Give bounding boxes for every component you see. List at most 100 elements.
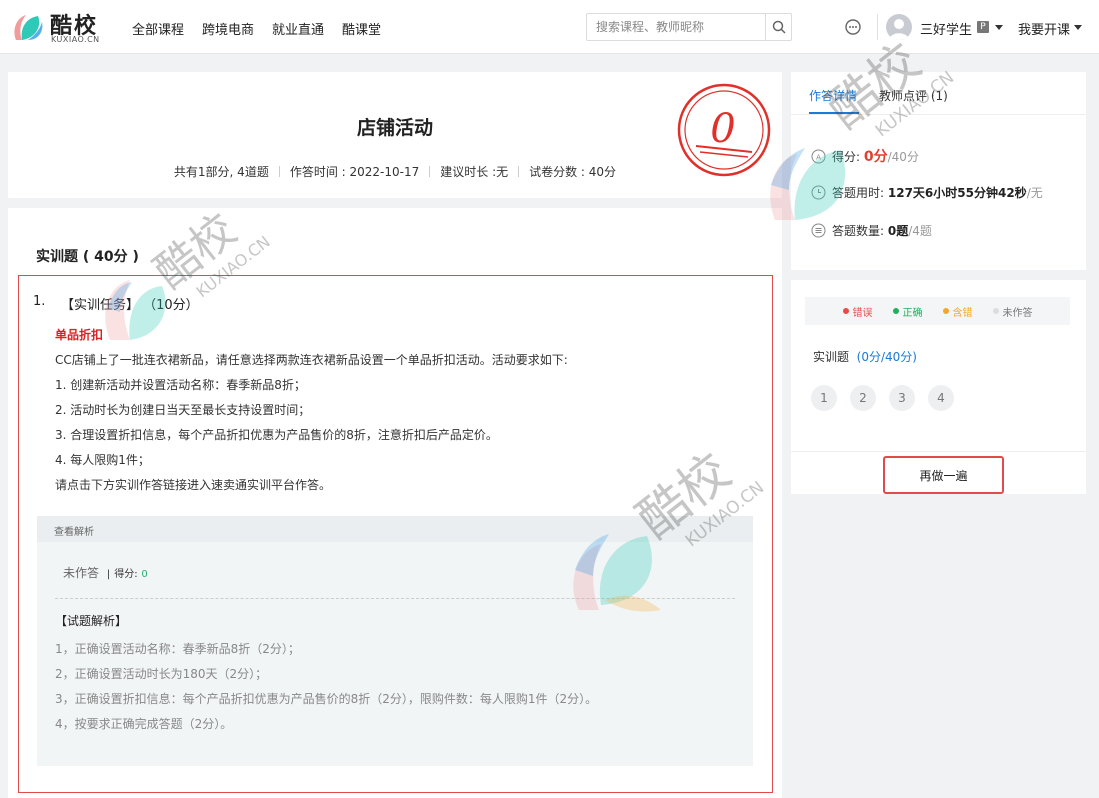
legend-unanswered: 未作答 (992, 304, 1033, 319)
legend-wrong: 错误 (842, 304, 873, 319)
question-number: 1. (33, 294, 46, 309)
search-box (586, 13, 792, 41)
time-stat-suffix: /无 (1026, 186, 1043, 200)
list-icon (811, 223, 826, 238)
section-score: 实训题 (0分/40分) (813, 348, 917, 365)
question-nav-card: 错误 正确 含错 未作答 实训题 (0分/40分) 1 2 3 4 再做一遍 (791, 280, 1086, 494)
explain-item: 2，正确设置活动时长为180天（2分）； (55, 667, 268, 681)
time-stat-label: 答题用时: (832, 186, 885, 200)
search-button[interactable] (765, 14, 791, 40)
nav-item-employment[interactable]: 就业直通 (272, 19, 324, 38)
wrong-dot-icon (842, 308, 849, 314)
message-icon[interactable] (844, 18, 862, 36)
tab-answer-detail[interactable]: 作答详情 (809, 87, 857, 104)
site-logo[interactable]: 酷校 KUXIAO.CN (10, 8, 110, 48)
score-stat-label: 得分: (832, 149, 861, 164)
question-line: 4. 每人限购1件； (55, 453, 150, 467)
explain-title: 【试题解析】 (55, 614, 128, 628)
search-icon (772, 20, 786, 34)
score-stat-total: /40分 (887, 149, 919, 164)
top-header: 酷校 KUXIAO.CN 全部课程 跨境电商 就业直通 酷课堂 三好学生 P 我… (0, 0, 1099, 54)
exam-title-card: 店铺活动 共有1部分, 4道题 作答时间 : 2022-10-17 建议时长 :无 试… (8, 72, 782, 198)
unanswered-dot-icon (992, 308, 999, 314)
avatar[interactable] (886, 14, 912, 40)
stat-score: A 得分: 0分 /40分 (811, 146, 919, 166)
analysis-toggle[interactable]: 查看解析 (37, 516, 753, 542)
tab-teacher-review[interactable]: 教师点评 (1) (879, 87, 948, 104)
clock-icon (811, 185, 826, 200)
legend-partial: 含错 (942, 304, 973, 319)
score-stamp: 0 (676, 82, 772, 178)
question-line: 请点击下方实训作答链接进入速卖通实训平台作答。 (55, 478, 332, 492)
meta-suggested-duration: 建议时长 :无 (440, 165, 509, 179)
open-course-caret-icon[interactable] (1074, 25, 1082, 30)
status-legend: 错误 正确 含错 未作答 (805, 297, 1070, 325)
user-menu-caret-icon[interactable] (995, 25, 1003, 30)
active-tab-indicator (809, 112, 859, 114)
score-icon: A (811, 149, 826, 163)
explain-item: 3，正确设置折扣信息：每个产品折扣优惠为产品售价的8折（2分），限购件数：每人限… (55, 692, 598, 706)
question-body: CC店铺上了一批连衣裙新品，请任意选择两款连衣裙新品设置一个单品折扣活动。活动要… (55, 351, 755, 501)
section-title: 实训题 ( 40分 ) (36, 249, 139, 265)
partial-dot-icon (942, 308, 949, 314)
stat-time: 答题用时: 127天6小时55分钟42秒 /无 (811, 184, 1043, 201)
logo-subtext: KUXIAO.CN (51, 35, 100, 44)
correct-dot-icon (892, 308, 899, 314)
score-stamp-value: 0 (710, 106, 735, 152)
user-avatar-icon (889, 19, 909, 40)
analysis-divider (55, 598, 735, 599)
user-name[interactable]: 三好学生 (920, 19, 972, 38)
question-line: 2. 活动时长为创建日当天至最长支持设置时间； (55, 403, 311, 417)
answer-status: 未作答 | 得分: 0 (63, 566, 148, 580)
section-score-value: (0分/40分) (856, 350, 917, 364)
question-item: 1. 【实训任务】 （10分） 单品折扣 CC店铺上了一批连衣裙新品，请任意选择… (18, 275, 773, 793)
score-stamp-icon: 0 (677, 83, 771, 177)
explain-item: 1，正确设置活动名称：春季新品8折（2分）； (55, 642, 300, 656)
stat-count: 答题数量: 0题 /4题 (811, 222, 932, 239)
section-name: 实训题 (813, 350, 850, 364)
nav-item-cross-border[interactable]: 跨境电商 (202, 19, 254, 38)
svg-text:A: A (816, 153, 821, 161)
question-number-list: 1 2 3 4 (811, 385, 954, 411)
detail-tabs: 作答详情 教师点评 (1) (791, 72, 1086, 115)
question-line: 1. 创建新活动并设置活动名称：春季新品8折； (55, 378, 306, 392)
nav-item-kuketang[interactable]: 酷课堂 (342, 19, 381, 38)
score-stat-value: 0分 (863, 149, 888, 165)
question-jump-button[interactable]: 2 (850, 385, 876, 411)
question-heading: 【实训任务】 （10分） (61, 298, 199, 313)
count-stat-total: /4题 (908, 224, 932, 238)
count-stat-label: 答题数量: (832, 224, 885, 238)
score-label: 得分: (114, 569, 138, 580)
open-course-link[interactable]: 我要开课 (1018, 19, 1070, 38)
score-value: 0 (141, 569, 148, 580)
meta-total-score: 试卷分数 : 40分 (529, 165, 617, 179)
question-line: 3. 合理设置折扣信息，每个产品折扣优惠为产品售价的8折，注意折扣后产品定价。 (55, 428, 498, 442)
exam-title: 店铺活动 (356, 117, 433, 139)
legend-correct: 正确 (892, 304, 923, 319)
exam-meta: 共有1部分, 4道题 作答时间 : 2022-10-17 建议时长 :无 试卷分数 :… (8, 163, 782, 180)
question-jump-button[interactable]: 4 (928, 385, 954, 411)
nav-item-all-courses[interactable]: 全部课程 (132, 19, 184, 38)
question-line: CC店铺上了一批连衣裙新品，请任意选择两款连衣裙新品设置一个单品折扣活动。活动要… (55, 353, 568, 367)
analysis-label: 查看解析 (54, 527, 94, 538)
answer-status-text: 未作答 (63, 566, 100, 580)
kuxiao-logo-icon (14, 15, 43, 40)
question-jump-button[interactable]: 3 (889, 385, 915, 411)
answer-detail-card: 作答详情 教师点评 (1) A 得分: 0分 /40分 答题用时: 127天6小… (791, 72, 1086, 270)
question-subtitle: 单品折扣 (55, 328, 104, 342)
explain-list: 1，正确设置活动名称：春季新品8折（2分）； 2，正确设置活动时长为180天（2… (55, 640, 597, 740)
header-divider (877, 14, 878, 40)
search-input[interactable] (587, 14, 767, 40)
question-card: 实训题 ( 40分 ) 1. 【实训任务】 （10分） 单品折扣 CC店铺上了一… (8, 208, 782, 798)
question-jump-button[interactable]: 1 (811, 385, 837, 411)
main-nav: 全部课程 跨境电商 就业直通 酷课堂 (132, 19, 381, 38)
time-stat-value: 127天6小时55分钟42秒 (887, 186, 1027, 200)
user-badge: P (977, 21, 989, 33)
meta-question-count: 共有1部分, 4道题 (173, 165, 269, 179)
explain-item: 4，按要求正确完成答题（2分）。 (55, 717, 233, 731)
redo-button[interactable]: 再做一遍 (883, 456, 1004, 494)
redo-bar: 再做一遍 (791, 451, 1086, 494)
meta-answer-date: 作答时间 : 2022-10-17 (289, 165, 420, 179)
count-stat-value: 0题 (887, 224, 909, 238)
analysis-panel: 查看解析 未作答 | 得分: 0 【试题解析】 1，正确设置活动名称：春季新品8折… (37, 516, 753, 766)
